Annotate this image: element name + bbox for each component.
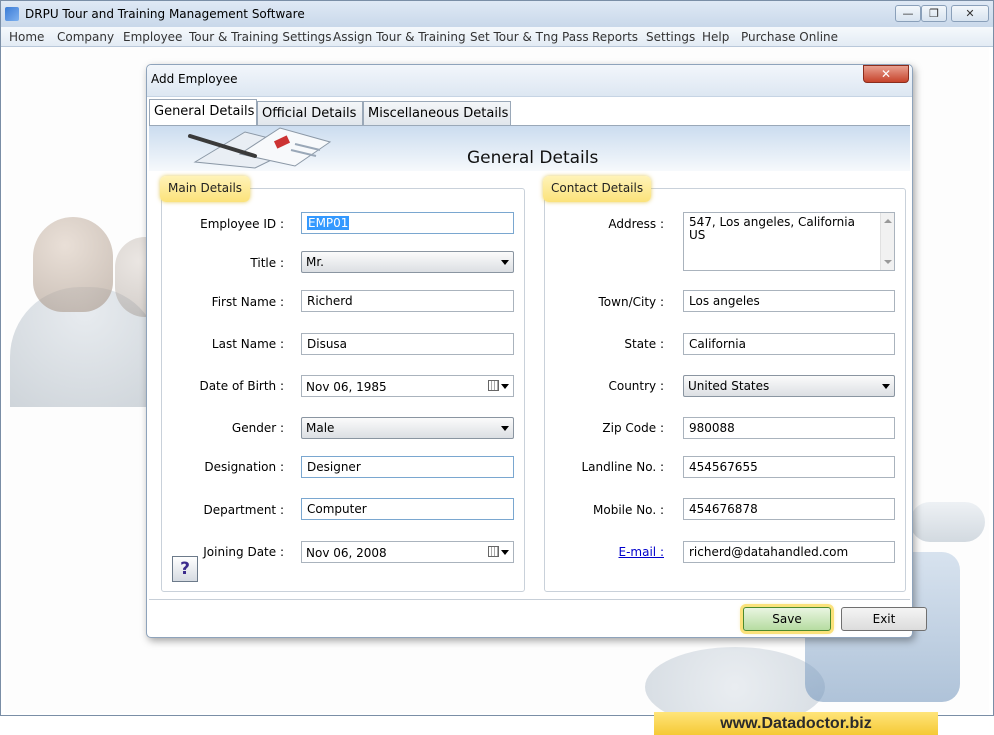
restore-button[interactable]: ❐ xyxy=(921,5,947,22)
menu-settings[interactable]: Settings xyxy=(646,30,695,44)
address-line-1: 547, Los angeles, California xyxy=(689,215,855,229)
landline-label: Landline No. : xyxy=(581,460,664,474)
menu-tour-training-settings[interactable]: Tour & Training Settings xyxy=(189,30,332,44)
landline-input[interactable]: 454567655 xyxy=(683,456,895,478)
town-city-label: Town/City : xyxy=(598,295,664,309)
mobile-label: Mobile No. : xyxy=(593,503,664,517)
joining-date-value: Nov 06, 2008 xyxy=(306,546,387,560)
menu-help[interactable]: Help xyxy=(702,30,729,44)
email-link[interactable]: E-mail : xyxy=(619,545,664,559)
menu-employee[interactable]: Employee xyxy=(123,30,182,44)
department-input[interactable]: Computer xyxy=(301,498,514,520)
designation-label: Designation : xyxy=(204,460,284,474)
state-input[interactable]: California xyxy=(683,333,895,355)
first-name-input[interactable]: Richerd xyxy=(301,290,514,312)
save-button[interactable]: Save xyxy=(743,607,831,631)
airplane-illustration xyxy=(910,502,985,542)
designation-input[interactable]: Designer xyxy=(301,456,514,478)
globe-illustration xyxy=(645,647,825,713)
title-value: Mr. xyxy=(306,255,324,269)
country-select[interactable]: United States xyxy=(683,375,895,397)
address-textarea[interactable]: 547, Los angeles, California US xyxy=(683,212,895,271)
date-of-birth-label: Date of Birth : xyxy=(199,379,284,393)
scroll-up-icon xyxy=(884,219,892,223)
calendar-icon xyxy=(488,546,499,557)
brand-banner: www.Datadoctor.biz xyxy=(654,712,938,735)
email-input[interactable]: richerd@datahandled.com xyxy=(683,541,895,563)
address-line-2: US xyxy=(689,228,706,242)
add-employee-dialog: Add Employee ✕ General Details Official … xyxy=(146,64,927,638)
dialog-titlebar: Add Employee ✕ xyxy=(147,65,912,97)
employee-id-input[interactable]: EMP01 xyxy=(301,212,514,234)
menu-company[interactable]: Company xyxy=(57,30,114,44)
chevron-down-icon xyxy=(501,426,509,431)
state-label: State : xyxy=(624,337,664,351)
documents-pen-icon xyxy=(188,127,332,169)
department-label: Department : xyxy=(203,503,284,517)
mobile-input[interactable]: 454676878 xyxy=(683,498,895,520)
contact-details-group: Contact Details Address : 547, Los angel… xyxy=(543,176,906,592)
tab-general-details[interactable]: General Details xyxy=(149,99,257,125)
employee-id-value: EMP01 xyxy=(307,216,350,230)
chevron-down-icon xyxy=(882,384,890,389)
country-value: United States xyxy=(688,379,770,393)
gender-value: Male xyxy=(306,421,335,435)
menu-purchase-online[interactable]: Purchase Online xyxy=(741,30,838,44)
dialog-close-button[interactable]: ✕ xyxy=(863,65,909,83)
country-label: Country : xyxy=(608,379,664,393)
dialog-title: Add Employee xyxy=(151,72,238,86)
main-details-group: Main Details Employee ID : EMP01 Title :… xyxy=(160,176,525,592)
date-of-birth-picker[interactable]: Nov 06, 1985 xyxy=(301,375,514,397)
person-head-illustration xyxy=(33,217,113,312)
app-icon xyxy=(5,7,19,21)
section-banner: General Details xyxy=(149,125,910,171)
joining-date-label: Joining Date : xyxy=(203,545,284,559)
title-label: Title : xyxy=(250,256,284,270)
app-title: DRPU Tour and Training Management Softwa… xyxy=(25,7,305,21)
exit-button[interactable]: Exit xyxy=(841,607,927,631)
first-name-label: First Name : xyxy=(211,295,284,309)
address-label: Address : xyxy=(608,217,664,231)
gender-label: Gender : xyxy=(231,421,284,435)
tab-miscellaneous-details[interactable]: Miscellaneous Details xyxy=(363,101,511,125)
chevron-down-icon xyxy=(501,260,509,265)
calendar-icon xyxy=(488,380,499,391)
main-details-legend: Main Details xyxy=(160,176,251,202)
menu-set-tour-tng-pass[interactable]: Set Tour & Tng Pass xyxy=(470,30,589,44)
close-button[interactable]: ✕ xyxy=(951,5,989,22)
last-name-input[interactable]: Disusa xyxy=(301,333,514,355)
chevron-down-icon xyxy=(501,550,509,555)
menu-reports[interactable]: Reports xyxy=(592,30,638,44)
employee-id-label: Employee ID : xyxy=(200,217,284,231)
last-name-label: Last Name : xyxy=(211,337,284,351)
app-titlebar: DRPU Tour and Training Management Softwa… xyxy=(1,1,993,27)
joining-date-picker[interactable]: Nov 06, 2008 xyxy=(301,541,514,563)
zip-code-input[interactable]: 980088 xyxy=(683,417,895,439)
menu-assign-tour-training[interactable]: Assign Tour & Training xyxy=(333,30,466,44)
scroll-down-icon xyxy=(884,260,892,264)
address-scrollbar[interactable] xyxy=(880,213,894,270)
banner-title: General Details xyxy=(467,148,599,168)
contact-details-legend: Contact Details xyxy=(543,176,652,202)
minimize-button[interactable]: — xyxy=(895,5,921,22)
help-button[interactable]: ? xyxy=(172,556,198,582)
menubar: Home Company Employee Tour & Training Se… xyxy=(1,27,993,47)
town-city-input[interactable]: Los angeles xyxy=(683,290,895,312)
title-select[interactable]: Mr. xyxy=(301,251,514,273)
gender-select[interactable]: Male xyxy=(301,417,514,439)
chevron-down-icon xyxy=(501,384,509,389)
date-of-birth-value: Nov 06, 1985 xyxy=(306,380,387,394)
tab-official-details[interactable]: Official Details xyxy=(257,101,363,125)
zip-code-label: Zip Code : xyxy=(602,421,664,435)
menu-home[interactable]: Home xyxy=(9,30,44,44)
footer-divider xyxy=(149,599,910,600)
